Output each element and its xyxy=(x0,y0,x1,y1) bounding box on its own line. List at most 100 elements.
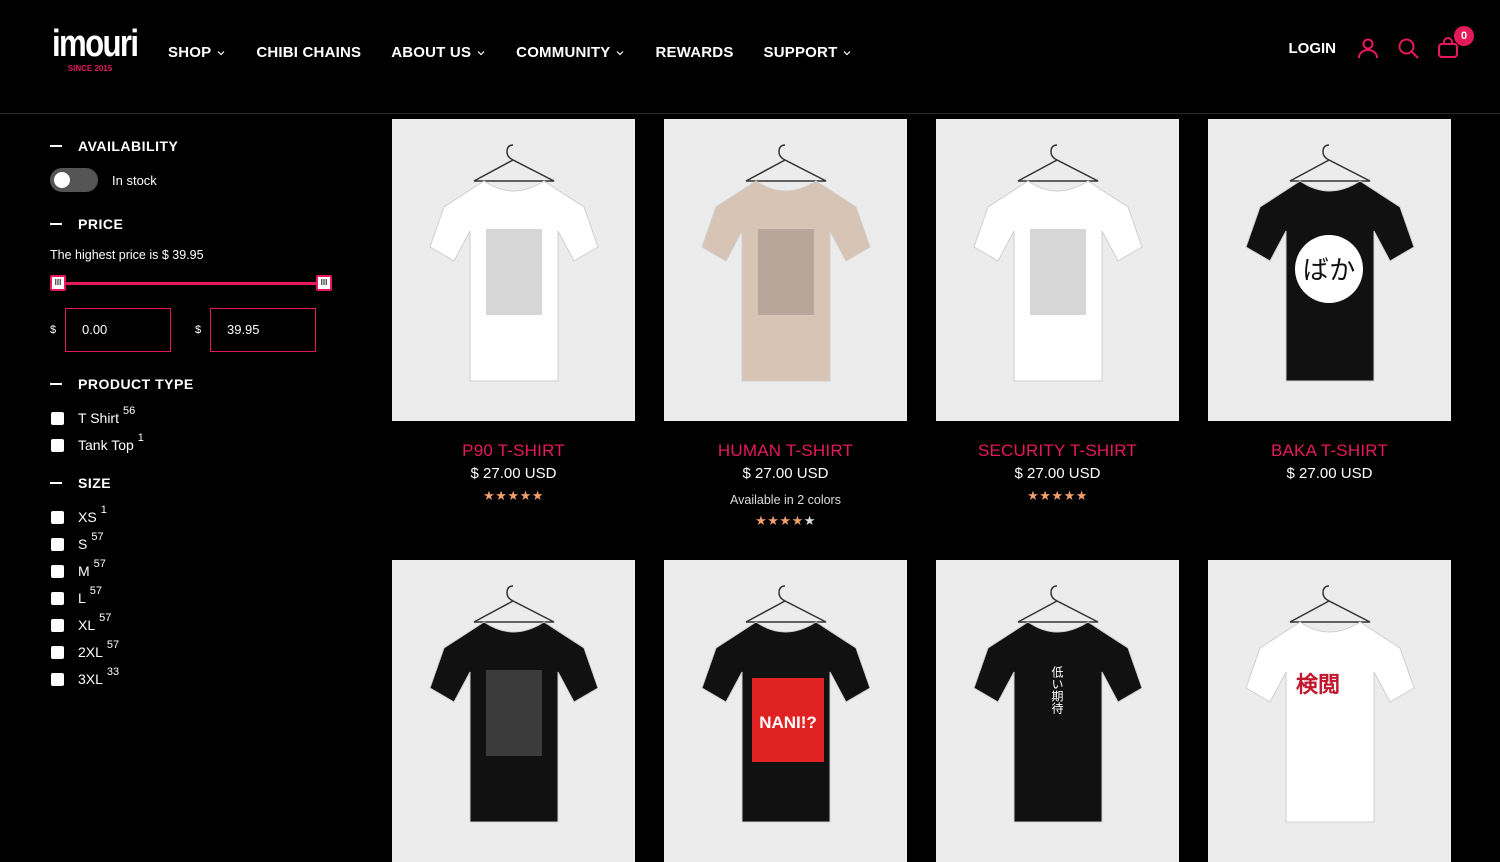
currency-symbol: $ xyxy=(195,324,202,336)
product-card[interactable]: 低い期待 xyxy=(936,560,1179,862)
chevron-down-icon xyxy=(217,50,225,55)
nav-item-chibi-chains[interactable]: CHIBI CHAINS xyxy=(256,44,361,61)
size-heading: SIZE xyxy=(78,475,112,491)
search-icon[interactable] xyxy=(1396,36,1420,60)
collapse-dash-icon xyxy=(50,383,62,385)
product-type-option-t-shirt[interactable]: T Shirt 56 xyxy=(50,405,340,426)
price-max-handle[interactable]: III xyxy=(316,275,332,291)
product-image-frame[interactable] xyxy=(392,119,635,421)
option-label: XS xyxy=(78,509,97,525)
product-image-frame[interactable] xyxy=(392,560,635,862)
size-option-m[interactable]: M 57 xyxy=(50,558,340,579)
cart-count-badge: 0 xyxy=(1454,26,1474,46)
product-image-frame[interactable]: NANI!? xyxy=(664,560,907,862)
checkbox[interactable] xyxy=(51,438,64,452)
star-rating-icon: ★★★★★ xyxy=(483,488,544,503)
checkbox[interactable] xyxy=(51,672,64,686)
product-title[interactable]: BAKA T-SHIRT xyxy=(1208,441,1451,461)
option-label: 3XL xyxy=(78,671,103,687)
checkbox[interactable] xyxy=(51,537,64,551)
nav-item-label: REWARDS xyxy=(655,44,734,61)
product-type-option-tank-top[interactable]: Tank Top 1 xyxy=(50,432,340,453)
product-image xyxy=(392,560,635,862)
price-min-handle[interactable]: III xyxy=(50,275,66,291)
in-stock-toggle[interactable] xyxy=(50,168,98,192)
size-option-xl[interactable]: XL 57 xyxy=(50,612,340,633)
nav-item-label: SUPPORT xyxy=(763,44,838,61)
product-card[interactable]: HUMAN T-SHIRT $ 27.00 USD Available in 2 c… xyxy=(664,119,907,529)
size-option-s[interactable]: S 57 xyxy=(50,531,340,552)
option-count: 57 xyxy=(91,531,104,543)
product-type-filter-heading[interactable]: PRODUCT TYPE xyxy=(50,376,340,392)
product-card[interactable]: 検閲 xyxy=(1208,560,1451,862)
nav-item-rewards[interactable]: REWARDS xyxy=(655,44,733,61)
product-title[interactable]: SECURITY T-SHIRT xyxy=(936,441,1179,461)
filter-sidebar: AVAILABILITY In stock PRICE The highest … xyxy=(50,114,340,698)
checkbox[interactable] xyxy=(51,510,64,524)
account-icon[interactable] xyxy=(1356,36,1380,60)
nav-item-community[interactable]: COMMUNITY xyxy=(516,44,625,61)
price-min-input[interactable]: 0.00 xyxy=(64,308,171,352)
product-card[interactable]: P90 T-SHIRT $ 27.00 USD ★★★★★ xyxy=(392,119,635,504)
price-heading: PRICE xyxy=(78,216,124,232)
nav-item-label: SHOP xyxy=(168,44,212,61)
product-title[interactable]: HUMAN T-SHIRT xyxy=(664,441,907,461)
option-label: M xyxy=(78,563,90,579)
product-image xyxy=(392,119,635,421)
option-count: 33 xyxy=(106,666,120,678)
product-image-frame[interactable]: 低い期待 xyxy=(936,560,1179,862)
price-inputs: $ 0.00 $ 39.95 xyxy=(50,308,340,352)
svg-text:ばか: ばか xyxy=(1303,256,1356,286)
size-option-2xl[interactable]: 2XL 57 xyxy=(50,639,340,660)
price-max-input[interactable]: 39.95 xyxy=(209,308,316,352)
brand-logo[interactable]: imouri SINCE 2015 xyxy=(52,22,139,88)
product-card[interactable]: ばか BAKA T-SHIRT $ 27.00 USD xyxy=(1208,119,1451,482)
product-image-frame[interactable] xyxy=(664,119,907,421)
product-card[interactable]: SECURITY T-SHIRT $ 27.00 USD ★★★★★ xyxy=(936,119,1179,504)
option-count: 1 xyxy=(100,504,107,516)
product-image-frame[interactable]: ばか xyxy=(1208,119,1451,421)
nav-item-shop[interactable]: SHOP xyxy=(168,44,226,61)
nav-item-about-us[interactable]: ABOUT US xyxy=(391,44,486,61)
checkbox[interactable] xyxy=(51,645,64,659)
star-rating-icon: ★★★★★ xyxy=(1027,488,1088,503)
availability-heading: AVAILABILITY xyxy=(78,138,179,154)
price-filter-heading[interactable]: PRICE xyxy=(50,216,340,232)
currency-symbol: $ xyxy=(50,324,57,336)
product-image: 低い期待 xyxy=(936,560,1179,862)
option-label: L xyxy=(78,590,86,606)
checkbox[interactable] xyxy=(51,564,64,578)
cart-icon[interactable]: 0 xyxy=(1436,26,1474,60)
product-image-frame[interactable]: 検閲 xyxy=(1208,560,1451,862)
product-image-frame[interactable] xyxy=(936,119,1179,421)
product-card[interactable]: NANI!? xyxy=(664,560,907,862)
svg-text:NANI!?: NANI!? xyxy=(759,713,817,732)
svg-text:検閲: 検閲 xyxy=(1296,673,1340,698)
product-type-options: T Shirt 56 Tank Top 1 xyxy=(50,405,340,453)
checkbox[interactable] xyxy=(51,411,64,425)
option-label: S xyxy=(78,536,88,552)
price-range-slider[interactable]: III III xyxy=(50,274,332,292)
checkbox[interactable] xyxy=(51,618,64,632)
availability-filter-heading[interactable]: AVAILABILITY xyxy=(50,138,340,154)
option-count: 1 xyxy=(137,432,144,444)
size-filter-heading[interactable]: SIZE xyxy=(50,475,340,491)
size-option-l[interactable]: L 57 xyxy=(50,585,340,606)
login-link[interactable]: LOGIN xyxy=(1289,40,1337,57)
size-options: XS 1 S 57 M 57 L 57 XL 57 2XL 57 3XL 33 xyxy=(50,504,340,687)
checkbox[interactable] xyxy=(51,591,64,605)
size-option-xs[interactable]: XS 1 xyxy=(50,504,340,525)
size-option-3xl[interactable]: 3XL 33 xyxy=(50,666,340,687)
highest-price-note: The highest price is $ 39.95 xyxy=(50,248,204,262)
product-price: $ 27.00 USD xyxy=(1014,465,1101,482)
chevron-down-icon xyxy=(844,50,851,55)
nav-item-label: ABOUT US xyxy=(391,44,472,61)
toggle-knob xyxy=(54,172,70,188)
header-actions: LOGIN 0 xyxy=(1289,26,1474,60)
product-title[interactable]: P90 T-SHIRT xyxy=(392,441,635,461)
in-stock-toggle-row: In stock xyxy=(50,168,340,192)
product-colors-note: Available in 2 colors xyxy=(730,493,841,507)
product-card[interactable] xyxy=(392,560,635,862)
nav-item-support[interactable]: SUPPORT xyxy=(764,44,853,61)
site-header: imouri SINCE 2015 SHOP CHIBI CHAINS ABOUT … xyxy=(0,0,1500,114)
